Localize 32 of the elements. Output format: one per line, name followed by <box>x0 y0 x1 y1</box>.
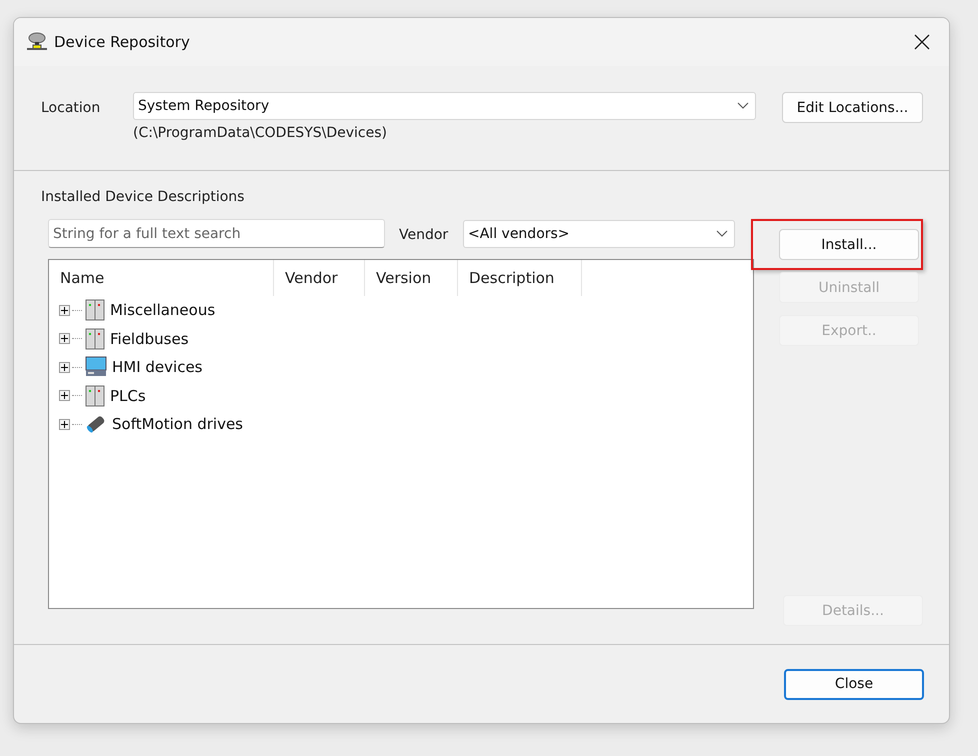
column-header[interactable]: Vendor <box>274 260 365 296</box>
monitor-icon <box>85 356 107 378</box>
expand-toggle[interactable] <box>59 304 70 316</box>
device-rack-icon <box>85 328 105 350</box>
device-rack-icon <box>85 299 105 322</box>
chevron-down-icon <box>737 102 749 110</box>
column-header[interactable]: Description <box>458 260 582 296</box>
section-heading: Installed Device Descriptions <box>41 189 246 205</box>
close-button[interactable]: Close <box>784 668 924 700</box>
device-rack-icon <box>85 384 105 407</box>
column-header[interactable]: Name <box>49 260 274 296</box>
tree-item[interactable]: Miscellaneous <box>110 301 216 320</box>
expand-toggle[interactable] <box>59 362 70 373</box>
action-button[interactable]: Install... <box>779 229 919 260</box>
tree-item[interactable]: Fieldbuses <box>110 330 189 348</box>
tree-item[interactable]: PLCs <box>110 386 146 405</box>
tree-item[interactable]: HMI devices <box>112 358 202 376</box>
window-title: Device Repository <box>54 33 191 51</box>
edit-locations-button[interactable]: Edit Locations... <box>782 92 923 123</box>
location-path: (C:\ProgramData\CODESYS\Devices) <box>133 125 388 141</box>
vendor-dropdown[interactable]: <All vendors> <box>463 220 735 248</box>
expand-toggle[interactable] <box>59 418 70 430</box>
expand-toggle[interactable] <box>59 333 70 344</box>
search-field[interactable]: String for a full text search <box>48 219 385 248</box>
location-dropdown[interactable]: System Repository <box>133 92 756 120</box>
location-label: Location <box>41 100 100 116</box>
network-device-icon <box>26 32 48 52</box>
column-header[interactable]: Version <box>365 260 458 296</box>
vendor-label: Vendor <box>399 227 448 243</box>
tree-item[interactable]: SoftMotion drives <box>112 415 243 434</box>
expand-toggle[interactable] <box>59 390 70 402</box>
chevron-down-icon <box>716 230 728 238</box>
